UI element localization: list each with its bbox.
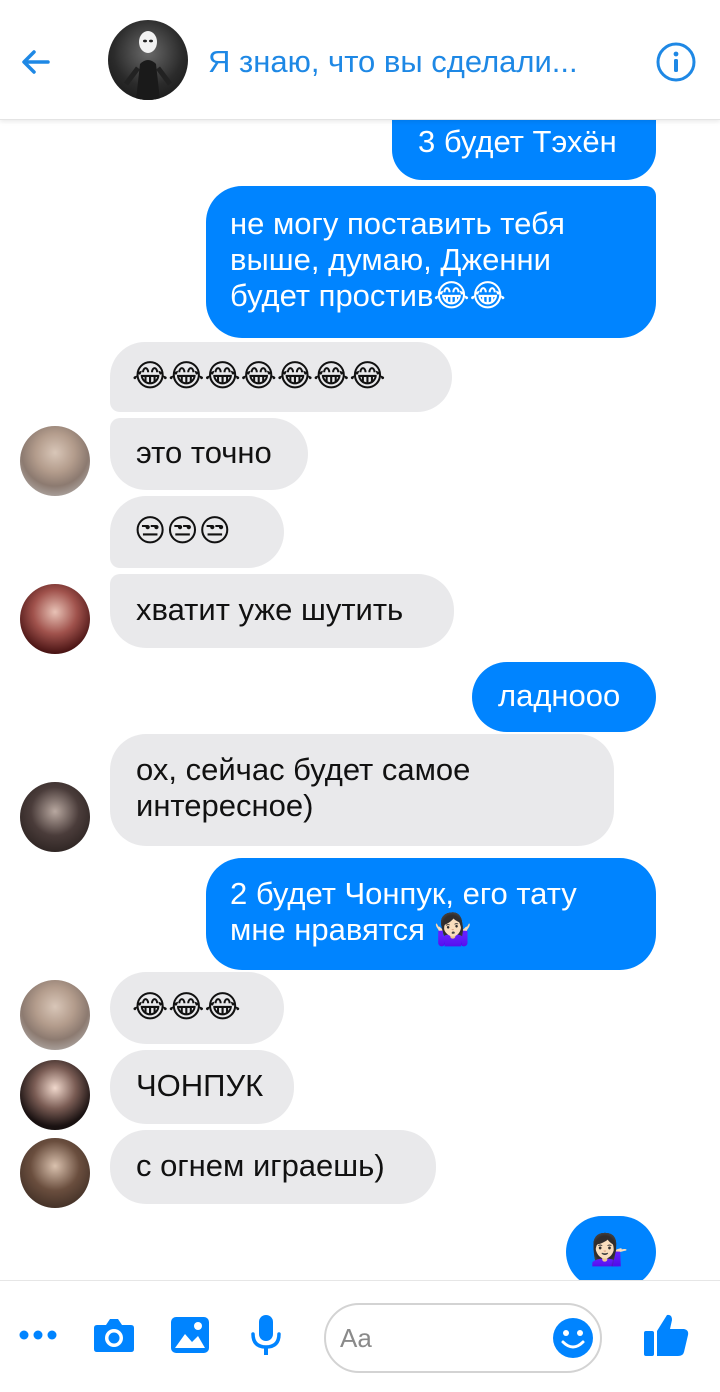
group-avatar[interactable]	[108, 20, 188, 100]
voice-button[interactable]	[240, 1309, 292, 1361]
sender-avatar[interactable]	[20, 1060, 90, 1130]
incoming-message[interactable]: с огнем играешь)	[110, 1130, 436, 1204]
composer-bar	[0, 1280, 720, 1392]
incoming-message[interactable]: ох, сейчас будет самое интересное)	[110, 734, 614, 846]
emoji-button[interactable]	[552, 1317, 594, 1359]
conversation-title[interactable]: Я знаю, что вы сделали...	[208, 44, 628, 80]
conversation-header: Я знаю, что вы сделали...	[0, 0, 720, 120]
info-button[interactable]	[654, 40, 698, 84]
info-icon	[656, 42, 696, 82]
outgoing-message[interactable]: 2 будет Чонпук, его тату мне нравятся 🤷🏻…	[206, 858, 656, 970]
emoji-icon	[553, 1318, 593, 1358]
microphone-icon	[251, 1315, 281, 1355]
outgoing-message[interactable]: ладнооо	[472, 662, 656, 732]
more-icon	[19, 1330, 57, 1340]
camera-button[interactable]	[88, 1309, 140, 1361]
sender-avatar[interactable]	[20, 782, 90, 852]
like-button[interactable]	[640, 1309, 692, 1361]
incoming-message[interactable]: 😒😒😒	[110, 496, 284, 568]
outgoing-message[interactable]: 3 будет Тэхён	[392, 120, 656, 180]
back-arrow-icon	[22, 50, 50, 74]
incoming-message[interactable]: 😂😂😂😂😂😂😂	[110, 342, 452, 412]
sender-avatar[interactable]	[20, 980, 90, 1050]
outgoing-message[interactable]: не могу поставить тебя выше, думаю, Джен…	[206, 186, 656, 338]
gallery-button[interactable]	[164, 1309, 216, 1361]
image-icon	[171, 1317, 209, 1353]
incoming-message[interactable]: 😂😂😂	[110, 972, 284, 1044]
message-input-box[interactable]	[324, 1303, 602, 1373]
incoming-message[interactable]: ЧОНПУК	[110, 1050, 294, 1124]
like-icon	[644, 1314, 689, 1356]
outgoing-message[interactable]: 💁🏻‍♀️	[566, 1216, 656, 1280]
message-list[interactable]: 3 будет Тэхён не могу поставить тебя выш…	[0, 120, 720, 1280]
incoming-message[interactable]: это точно	[110, 418, 308, 490]
incoming-message[interactable]: хватит уже шутить	[110, 574, 454, 648]
more-button[interactable]	[12, 1309, 64, 1361]
camera-icon	[94, 1319, 134, 1352]
message-input[interactable]	[340, 1317, 540, 1359]
sender-avatar[interactable]	[20, 584, 90, 654]
sender-avatar[interactable]	[20, 426, 90, 496]
back-button[interactable]	[14, 40, 58, 84]
mask-figure-image	[124, 31, 172, 100]
sender-avatar[interactable]	[20, 1138, 90, 1208]
